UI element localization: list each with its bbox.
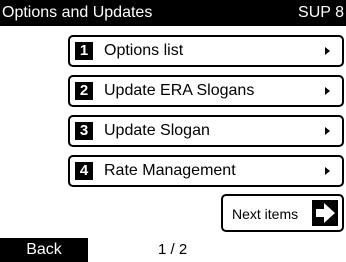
chevron-right-icon [325,127,330,135]
arrow-right-icon [312,200,338,226]
menu-item-label: Update ERA Slogans [104,82,255,99]
item-number-badge: 3 [75,122,93,140]
menu-item-label: Update Slogan [104,122,210,139]
header-bar: Options and Updates SUP 8 [0,0,346,26]
screen-code: SUP 8 [298,4,344,21]
menu-item-options-list[interactable]: 1 Options list [68,35,344,67]
footer-bar: Back 1 / 2 [0,238,346,262]
next-items-button[interactable]: Next items [221,194,344,232]
page-title: Options and Updates [2,4,153,21]
menu-item-update-slogan[interactable]: 3 Update Slogan [68,115,344,147]
chevron-right-icon [325,87,330,95]
next-items-label: Next items [232,206,299,222]
menu-item-rate-management[interactable]: 4 Rate Management [68,155,344,187]
menu-item-label: Rate Management [104,162,236,179]
menu-item-update-era-slogans[interactable]: 2 Update ERA Slogans [68,75,344,107]
item-number-badge: 4 [75,162,93,180]
chevron-right-icon [325,47,330,55]
chevron-right-icon [325,167,330,175]
item-number-badge: 2 [75,82,93,100]
item-number-badge: 1 [75,42,93,60]
back-button[interactable]: Back [0,238,88,262]
menu-item-label: Options list [104,42,184,59]
page-indicator: 1 / 2 [158,241,188,258]
